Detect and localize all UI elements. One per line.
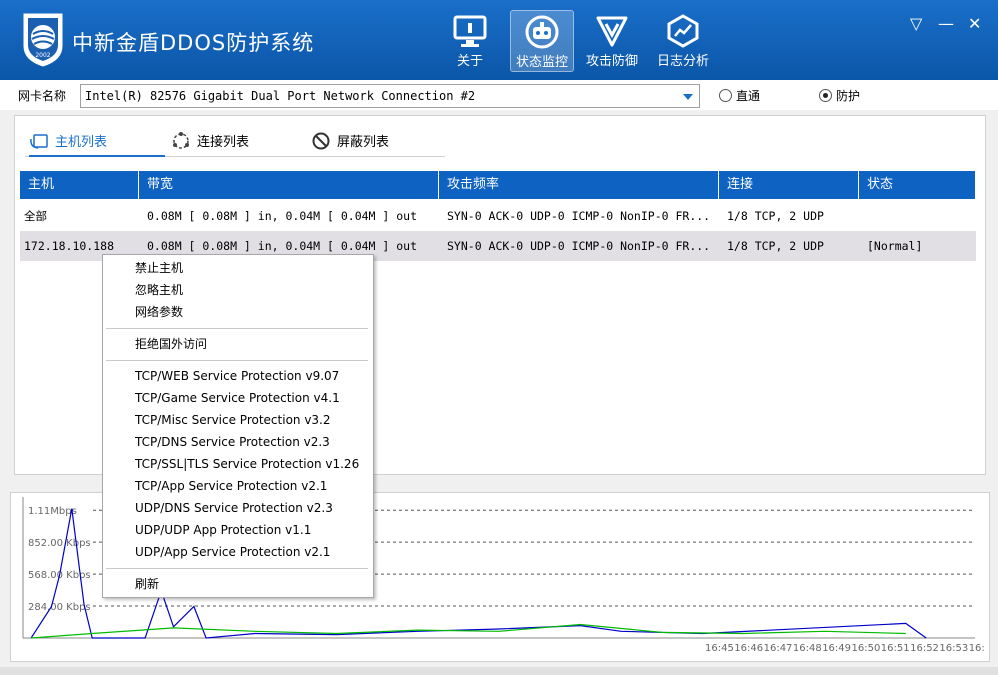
menu-item-udp-app-protection[interactable]: UDP/App Service Protection v2.1	[135, 542, 330, 562]
series-out-line	[31, 623, 906, 639]
x-tick-label: 16:48	[793, 643, 822, 654]
table-row[interactable]: 全部 0.08M [ 0.08M ] in, 0.04M [ 0.04M ] o…	[20, 201, 976, 231]
y-tick-label: 284.00 Kbps	[28, 602, 91, 613]
menu-item-refresh[interactable]: 刷新	[135, 574, 159, 594]
nav-log-analysis-button[interactable]: 日志分析	[652, 10, 714, 70]
chevron-down-icon	[683, 94, 693, 100]
connection-icon	[173, 132, 189, 149]
menu-item-tcp-game-protection[interactable]: TCP/Game Service Protection v4.1	[135, 388, 340, 408]
tab-block-list-label: 屏蔽列表	[337, 135, 390, 150]
x-tick-label: 16:	[969, 643, 985, 654]
nav-attack-defense-button[interactable]: 攻击防御	[581, 10, 643, 70]
table-header: 主机 带宽 攻击频率 连接 状态	[20, 171, 976, 199]
menu-item-udp-udp-app-protection[interactable]: UDP/UDP App Protection v1.1	[135, 520, 311, 540]
tab-host-list-label: 主机列表	[55, 135, 108, 150]
tab-bar: 主机列表 连接列表 屏蔽列表	[25, 126, 445, 157]
menu-item-ban-host[interactable]: 禁止主机	[135, 258, 183, 278]
nic-select-value: Intel(R) 82576 Gigabit Dual Port Network…	[85, 89, 476, 103]
x-tick-label: 16:47	[764, 643, 793, 654]
chart-icon	[667, 14, 699, 48]
radio-icon	[719, 89, 732, 102]
cell-connection: 1/8 TCP, 2 UDP	[727, 239, 824, 253]
nic-select[interactable]: Intel(R) 82576 Gigabit Dual Port Network…	[80, 84, 700, 108]
menu-item-udp-dns-protection[interactable]: UDP/DNS Service Protection v2.3	[135, 498, 333, 518]
mode-passthrough-label: 直通	[736, 89, 761, 103]
shield-icon	[596, 16, 628, 47]
y-tick-label: 1.11Mbps	[28, 506, 77, 517]
close-button[interactable]: ✕	[968, 14, 981, 33]
robot-icon	[525, 15, 559, 49]
y-tick-label: 852.00 Kbps	[28, 538, 91, 549]
x-tick-label: 16:50	[852, 643, 881, 654]
menu-separator	[106, 360, 368, 361]
menu-item-tcp-web-protection[interactable]: TCP/WEB Service Protection v9.07	[135, 366, 339, 386]
nic-label: 网卡名称	[18, 89, 67, 103]
minimize-button[interactable]: —	[938, 14, 954, 33]
mode-protect-label: 防护	[836, 89, 861, 103]
cell-status: [Normal]	[867, 239, 923, 253]
cell-bandwidth: 0.08M [ 0.08M ] in, 0.04M [ 0.04M ] out	[147, 209, 418, 223]
menu-separator	[106, 328, 368, 329]
menu-item-deny-foreign[interactable]: 拒绝国外访问	[135, 334, 207, 354]
col-host-header[interactable]: 主机	[20, 171, 139, 199]
nav-status-monitor-label: 状态监控	[515, 55, 568, 70]
nav-about-label: 关于	[456, 54, 483, 69]
nav-log-analysis-label: 日志分析	[656, 54, 709, 69]
block-icon	[312, 132, 330, 150]
cell-connection: 1/8 TCP, 2 UDP	[727, 209, 824, 223]
title-bar: 2002 中新金盾DDOS防护系统 关于 状态监控 攻击防御 日志分析 ▽ — …	[0, 0, 998, 80]
app-title: 中新金盾DDOS防护系统	[72, 31, 315, 55]
monitor-icon	[453, 15, 487, 47]
col-attack-rate-header[interactable]: 攻击频率	[439, 171, 719, 199]
x-tick-label: 16:46	[734, 643, 763, 654]
tab-connection-list-label: 连接列表	[197, 135, 250, 150]
shield-logo-icon: 2002	[23, 13, 63, 67]
x-tick-label: 16:53	[939, 643, 968, 654]
dropdown-menu-icon[interactable]: ▽	[910, 14, 922, 33]
menu-item-network-params[interactable]: 网络参数	[135, 302, 183, 322]
col-bandwidth-header[interactable]: 带宽	[139, 171, 439, 199]
menu-item-tcp-misc-protection[interactable]: TCP/Misc Service Protection v3.2	[135, 410, 331, 430]
x-tick-label: 16:49	[822, 643, 851, 654]
nic-bar: 网卡名称 Intel(R) 82576 Gigabit Dual Port Ne…	[0, 80, 998, 110]
menu-item-tcp-dns-protection[interactable]: TCP/DNS Service Protection v2.3	[135, 432, 330, 452]
cell-attack-rate: SYN-0 ACK-0 UDP-0 ICMP-0 NonIP-0 FR...	[447, 209, 711, 223]
nav-status-monitor-button[interactable]: 状态监控	[510, 10, 574, 72]
x-tick-label: 16:45	[705, 643, 734, 654]
svg-text:2002: 2002	[35, 52, 50, 59]
cell-host: 全部	[24, 209, 47, 223]
tab-host-list[interactable]: 主机列表	[29, 131, 165, 157]
x-tick-label: 16:51	[881, 643, 910, 654]
radio-checked-icon	[819, 89, 832, 102]
host-context-menu: 禁止主机 忽略主机 网络参数 拒绝国外访问 TCP/WEB Service Pr…	[102, 254, 374, 598]
mode-passthrough-radio[interactable]: 直通	[719, 87, 760, 104]
x-tick-label: 16:52	[910, 643, 939, 654]
nav-attack-defense-label: 攻击防御	[585, 54, 638, 69]
col-status-header[interactable]: 状态	[859, 171, 976, 199]
mode-protect-radio[interactable]: 防护	[819, 87, 860, 104]
menu-item-tcp-app-protection[interactable]: TCP/App Service Protection v2.1	[135, 476, 327, 496]
tab-connection-list[interactable]: 连接列表	[171, 131, 249, 155]
cell-host: 172.18.10.188	[24, 239, 115, 253]
menu-item-tcp-ssl-tls-protection[interactable]: TCP/SSL|TLS Service Protection v1.26	[135, 454, 359, 474]
col-connection-header[interactable]: 连接	[719, 171, 859, 199]
menu-item-ignore-host[interactable]: 忽略主机	[135, 280, 183, 300]
nav-about-button[interactable]: 关于	[439, 10, 501, 70]
host-list-icon	[30, 134, 48, 149]
tab-block-list[interactable]: 屏蔽列表	[311, 131, 389, 155]
cell-attack-rate: SYN-0 ACK-0 UDP-0 ICMP-0 NonIP-0 FR...	[447, 239, 711, 253]
status-strip	[0, 667, 998, 675]
menu-separator	[106, 568, 368, 569]
